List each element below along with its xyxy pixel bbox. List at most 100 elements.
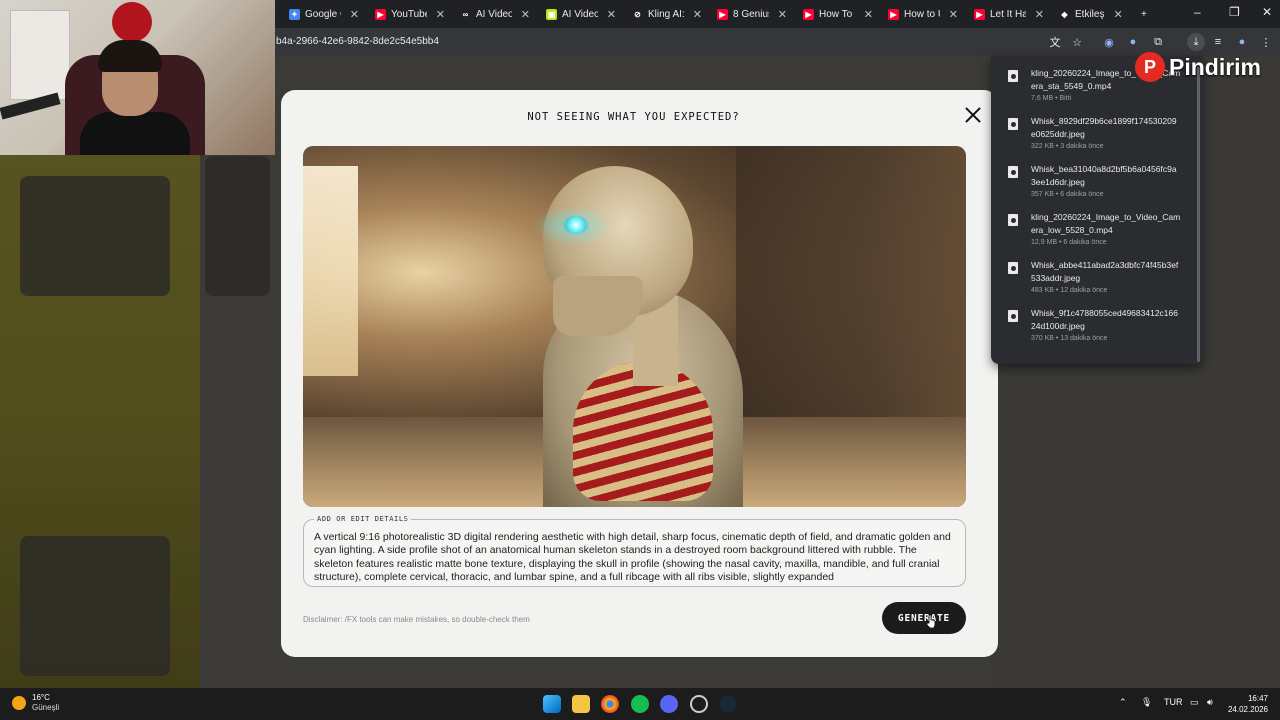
tab-item[interactable]: ▣ AI Video G ✕ xyxy=(540,4,622,24)
translate-icon[interactable]: 文 xyxy=(1048,35,1062,49)
downloads-panel: kling_20260224_Image_to_Video_Camera_sta… xyxy=(991,56,1203,364)
tab-close-icon[interactable]: ✕ xyxy=(436,8,445,21)
generated-image-preview xyxy=(303,146,966,507)
chrome-icon[interactable] xyxy=(601,695,619,713)
tab-item[interactable]: ▶ How To ge ✕ xyxy=(797,4,879,24)
details-textarea[interactable]: ADD OR EDIT DETAILS A vertical 9:16 phot… xyxy=(303,515,966,587)
weather-temp: 16°C xyxy=(32,693,50,702)
file-explorer-icon[interactable] xyxy=(572,695,590,713)
modal-title: NOT SEEING WHAT YOU EXPECTED? xyxy=(527,111,740,123)
download-meta: 12,9 MB • 6 dakika önce xyxy=(1031,239,1107,246)
tab-item[interactable]: ◆ Etkileş ✕ xyxy=(1053,4,1135,24)
tab-item[interactable]: ▶ How to Us ✕ xyxy=(882,4,964,24)
network-icon[interactable]: ▭ xyxy=(1190,697,1199,708)
download-meta: 483 KB • 12 dakika önce xyxy=(1031,287,1108,294)
tab-close-icon[interactable]: ✕ xyxy=(521,8,530,21)
tab-close-icon[interactable]: ✕ xyxy=(1035,8,1044,21)
tab-item[interactable]: ▶ Let It Hap ✕ xyxy=(968,4,1050,24)
tab-item[interactable]: ▶ 8 Genius V ✕ xyxy=(711,4,793,24)
download-filename: Whisk_8929df29b6ce1899f174530209e0625ddr… xyxy=(1031,116,1177,139)
download-item[interactable]: Whisk_9f1c4788055ced49683412c16624d100dr… xyxy=(991,302,1197,350)
extensions-puzzle-icon[interactable]: ⧉ xyxy=(1151,35,1165,49)
tab-close-icon[interactable]: ✕ xyxy=(949,8,958,21)
profile-avatar-icon[interactable]: ● xyxy=(1235,35,1249,49)
spotify-icon[interactable] xyxy=(631,695,649,713)
image-file-icon xyxy=(1008,310,1018,322)
discord-icon[interactable] xyxy=(660,695,678,713)
downloads-scrollbar[interactable] xyxy=(1197,62,1200,362)
details-label: ADD OR EDIT DETAILS xyxy=(314,515,412,523)
webcam-person-body xyxy=(80,112,190,155)
maximize-icon[interactable]: ❐ xyxy=(1229,5,1240,19)
tab-title: Let It Hap xyxy=(990,8,1026,20)
tab-item[interactable]: ▶ YouTube ✕ xyxy=(369,4,451,24)
webcam-red-decor xyxy=(112,2,152,42)
preview-window-light xyxy=(303,166,358,376)
tab-favicon-icon: ▣ xyxy=(546,8,557,20)
tab-close-icon[interactable]: ✕ xyxy=(1113,8,1122,21)
start-menu-icon[interactable] xyxy=(543,695,561,713)
image-file-icon xyxy=(1008,166,1018,178)
steam-icon[interactable] xyxy=(719,695,737,713)
tab-favicon-icon: ⊘ xyxy=(632,8,643,20)
minimize-icon[interactable]: – xyxy=(1194,5,1201,19)
details-prompt-text[interactable]: A vertical 9:16 photorealistic 3D digita… xyxy=(314,531,954,583)
download-item[interactable]: Whisk_8929df29b6ce1899f174530209e0625ddr… xyxy=(991,110,1197,158)
app-icon[interactable] xyxy=(690,695,708,713)
tab-favicon-icon: ◆ xyxy=(1059,8,1070,20)
download-icon[interactable]: ⤓ xyxy=(1187,33,1205,51)
download-meta: 7,6 MB • Bitti xyxy=(1031,95,1072,102)
channel-watermark: P Pindirim xyxy=(1135,52,1261,82)
tab-title: 8 Genius V xyxy=(733,8,769,20)
disclaimer-text: Disclaimer: /FX tools can make mistakes,… xyxy=(303,615,530,624)
tab-favicon-icon: ▶ xyxy=(717,8,728,20)
extension-icon[interactable]: ◉ xyxy=(1102,35,1116,49)
tab-title: AI Video G xyxy=(476,8,512,20)
tab-title: How to Us xyxy=(904,8,940,20)
reading-list-icon[interactable]: ≡ xyxy=(1211,35,1225,49)
weather-widget[interactable]: 16°C Güneşli xyxy=(12,693,59,713)
webcam-person-hair xyxy=(98,40,162,72)
tab-close-icon[interactable]: ✕ xyxy=(778,8,787,21)
download-item[interactable]: Whisk_abbe411abad2a3dbfc74f45b3ef533addr… xyxy=(991,254,1197,302)
tab-favicon-icon: ▶ xyxy=(888,8,899,20)
tab-favicon-icon: ▶ xyxy=(974,8,985,20)
chevron-up-icon[interactable]: ⌃ xyxy=(1119,697,1127,708)
image-file-icon xyxy=(1008,118,1018,130)
microphone-icon[interactable]: 🎙︎ xyxy=(1141,697,1152,708)
blurred-block xyxy=(20,536,170,676)
screen: ✦ Google Ge ✕ ▶ YouTube ✕ ∞ AI Video G ✕ ▣ AI Vide… xyxy=(0,0,1280,720)
generate-button[interactable]: GENERATE xyxy=(882,602,966,634)
clock-time: 16:47 xyxy=(1247,694,1268,703)
tab-title: YouTube xyxy=(391,8,427,20)
tab-item[interactable]: ∞ AI Video G ✕ xyxy=(454,4,536,24)
system-clock[interactable]: 16:47 24.02.2026 xyxy=(1226,693,1268,715)
blurred-block xyxy=(20,176,170,296)
download-filename: Whisk_bea31040a8d2bf5b6a0456fc9a3ee1d6dr… xyxy=(1031,164,1177,187)
volume-icon[interactable]: 🔊︎ xyxy=(1207,697,1213,708)
tab-item[interactable]: ✦ Google Ge ✕ xyxy=(283,4,365,24)
close-icon[interactable] xyxy=(962,104,984,126)
webcam-overlay xyxy=(0,0,275,155)
sun-icon xyxy=(12,696,26,710)
menu-kebab-icon[interactable]: ⋮ xyxy=(1259,35,1273,49)
windows-taskbar: 16°C Güneşli ⌃ 🎙︎ TUR ▭ 🔊︎ 16:47 24.02.2… xyxy=(0,688,1280,720)
tab-item[interactable]: ⊘ Kling AI: N ✕ xyxy=(626,4,708,24)
extension-icon[interactable]: ● xyxy=(1126,35,1140,49)
blurred-block xyxy=(205,156,270,296)
language-indicator[interactable]: TUR xyxy=(1164,697,1183,707)
tab-favicon-icon: ▶ xyxy=(375,8,386,20)
download-item[interactable]: kling_20260224_Image_to_Video_Camera_low… xyxy=(991,206,1197,254)
tab-close-icon[interactable]: ✕ xyxy=(350,8,359,21)
download-item[interactable]: Whisk_bea31040a8d2bf5b6a0456fc9a3ee1d6dr… xyxy=(991,158,1197,206)
watermark-logo: P xyxy=(1135,52,1165,82)
tab-close-icon[interactable]: ✕ xyxy=(607,8,616,21)
tab-close-icon[interactable]: ✕ xyxy=(864,8,873,21)
watermark-word: Pindirim xyxy=(1169,53,1262,80)
url-text[interactable]: b4a-2966-42e6-9842-8de2c54e5bb4 xyxy=(276,36,439,47)
window-close-icon[interactable]: ✕ xyxy=(1262,5,1272,19)
bookmark-star-icon[interactable]: ☆ xyxy=(1070,35,1084,49)
tab-close-icon[interactable]: ✕ xyxy=(693,8,702,21)
tab-title: Etkileş xyxy=(1075,8,1105,20)
new-tab-button[interactable]: + xyxy=(1135,4,1153,24)
